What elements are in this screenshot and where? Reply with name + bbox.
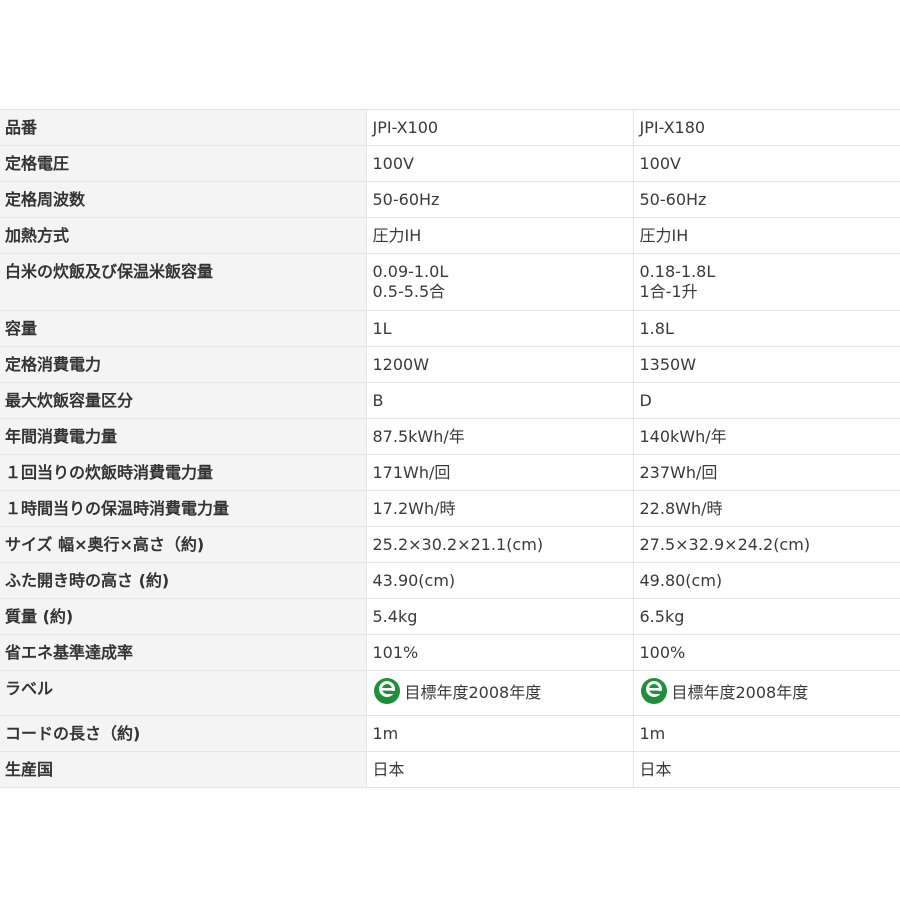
value-model-b: 圧力IH — [633, 217, 900, 254]
value-model-b: 1350W — [633, 346, 900, 383]
value-model-a: 5.4kg — [366, 598, 634, 635]
table-row: 最大炊飯容量区分 B D — [0, 382, 900, 419]
row-label: 年間消費電力量 — [0, 418, 367, 455]
value-model-a: 100V — [366, 145, 634, 182]
energy-label: 目標年度2008年度 — [640, 677, 809, 705]
row-label: サイズ 幅×奥行×高さ（約) — [0, 526, 367, 563]
table-row: 品番 JPI-X100 JPI-X180 — [0, 109, 900, 146]
row-label: 省エネ基準達成率 — [0, 634, 367, 671]
value-line: 0.09-1.0L — [372, 262, 449, 281]
value-model-b: 49.80(cm) — [633, 562, 900, 599]
value-model-b: JPI-X180 — [633, 109, 900, 146]
value-line: 0.5-5.5合 — [372, 282, 446, 301]
value-model-a: 目標年度2008年度 — [366, 670, 634, 716]
table-row: 容量 1L 1.8L — [0, 310, 900, 347]
value-model-b: 237Wh/回 — [633, 454, 900, 491]
table-row: 生産国 日本 日本 — [0, 751, 900, 788]
value-model-b: 140kWh/年 — [633, 418, 900, 455]
row-label: 質量 (約) — [0, 598, 367, 635]
value-model-a: 50-60Hz — [366, 181, 634, 218]
table-row: ふた開き時の高さ (約) 43.90(cm) 49.80(cm) — [0, 562, 900, 599]
value-model-b: 100% — [633, 634, 900, 671]
value-model-a: 1200W — [366, 346, 634, 383]
energy-saving-label-icon — [373, 677, 400, 704]
row-label: コードの長さ（約) — [0, 715, 367, 752]
row-label: ふた開き時の高さ (約) — [0, 562, 367, 599]
value-model-a: JPI-X100 — [366, 109, 634, 146]
value-model-a: 171Wh/回 — [366, 454, 634, 491]
table-row: サイズ 幅×奥行×高さ（約) 25.2×30.2×21.1(cm) 27.5×3… — [0, 526, 900, 563]
row-label: 白米の炊飯及び保温米飯容量 — [0, 253, 367, 311]
value-model-a: 圧力IH — [366, 217, 634, 254]
value-model-a: B — [366, 382, 634, 419]
table-row: 白米の炊飯及び保温米飯容量 0.09-1.0L 0.5-5.5合 0.18-1.… — [0, 253, 900, 311]
value-model-a: 43.90(cm) — [366, 562, 634, 599]
value-line: 1合-1升 — [639, 282, 698, 301]
value-model-a: 25.2×30.2×21.1(cm) — [366, 526, 634, 563]
value-model-b: 目標年度2008年度 — [633, 670, 900, 716]
table-row: 年間消費電力量 87.5kWh/年 140kWh/年 — [0, 418, 900, 455]
row-label: 定格周波数 — [0, 181, 367, 218]
value-model-b: 0.18-1.8L 1合-1升 — [633, 253, 900, 311]
energy-label-text: 目標年度2008年度 — [671, 683, 809, 702]
table-row: １回当りの炊飯時消費電力量 171Wh/回 237Wh/回 — [0, 454, 900, 491]
value-model-b: D — [633, 382, 900, 419]
table-row: 加熱方式 圧力IH 圧力IH — [0, 217, 900, 254]
value-line: 0.18-1.8L — [639, 262, 716, 281]
table-row: 省エネ基準達成率 101% 100% — [0, 634, 900, 671]
row-label: １時間当りの保温時消費電力量 — [0, 490, 367, 527]
row-label: 加熱方式 — [0, 217, 367, 254]
row-label: 品番 — [0, 109, 367, 146]
row-label: 定格消費電力 — [0, 346, 367, 383]
value-model-a: 17.2Wh/時 — [366, 490, 634, 527]
table-row: 定格電圧 100V 100V — [0, 145, 900, 182]
row-label: 最大炊飯容量区分 — [0, 382, 367, 419]
energy-saving-label-icon — [640, 677, 667, 704]
row-label: 生産国 — [0, 751, 367, 788]
value-model-a: 1L — [366, 310, 634, 347]
table-row: 定格消費電力 1200W 1350W — [0, 346, 900, 383]
value-model-b: 1m — [633, 715, 900, 752]
energy-label-text: 目標年度2008年度 — [404, 683, 542, 702]
table-row: １時間当りの保温時消費電力量 17.2Wh/時 22.8Wh/時 — [0, 490, 900, 527]
table-row: ラベル 目標年度2008年度 目標年度2008年度 — [0, 670, 900, 716]
table-row: 定格周波数 50-60Hz 50-60Hz — [0, 181, 900, 218]
value-model-b: 1.8L — [633, 310, 900, 347]
value-model-a: 0.09-1.0L 0.5-5.5合 — [366, 253, 634, 311]
value-model-a: 1m — [366, 715, 634, 752]
value-model-a: 101% — [366, 634, 634, 671]
row-label: 定格電圧 — [0, 145, 367, 182]
row-label: 容量 — [0, 310, 367, 347]
value-model-b: 27.5×32.9×24.2(cm) — [633, 526, 900, 563]
value-model-b: 100V — [633, 145, 900, 182]
energy-label: 目標年度2008年度 — [373, 677, 542, 705]
value-model-a: 87.5kWh/年 — [366, 418, 634, 455]
row-label: １回当りの炊飯時消費電力量 — [0, 454, 367, 491]
value-model-b: 50-60Hz — [633, 181, 900, 218]
value-model-b: 6.5kg — [633, 598, 900, 635]
value-model-b: 日本 — [633, 751, 900, 788]
value-model-b: 22.8Wh/時 — [633, 490, 900, 527]
table-row: 質量 (約) 5.4kg 6.5kg — [0, 598, 900, 635]
spec-table: 品番 JPI-X100 JPI-X180 定格電圧 100V 100V 定格周波… — [0, 109, 900, 788]
value-model-a: 日本 — [366, 751, 634, 788]
row-label: ラベル — [0, 670, 367, 716]
table-row: コードの長さ（約) 1m 1m — [0, 715, 900, 752]
